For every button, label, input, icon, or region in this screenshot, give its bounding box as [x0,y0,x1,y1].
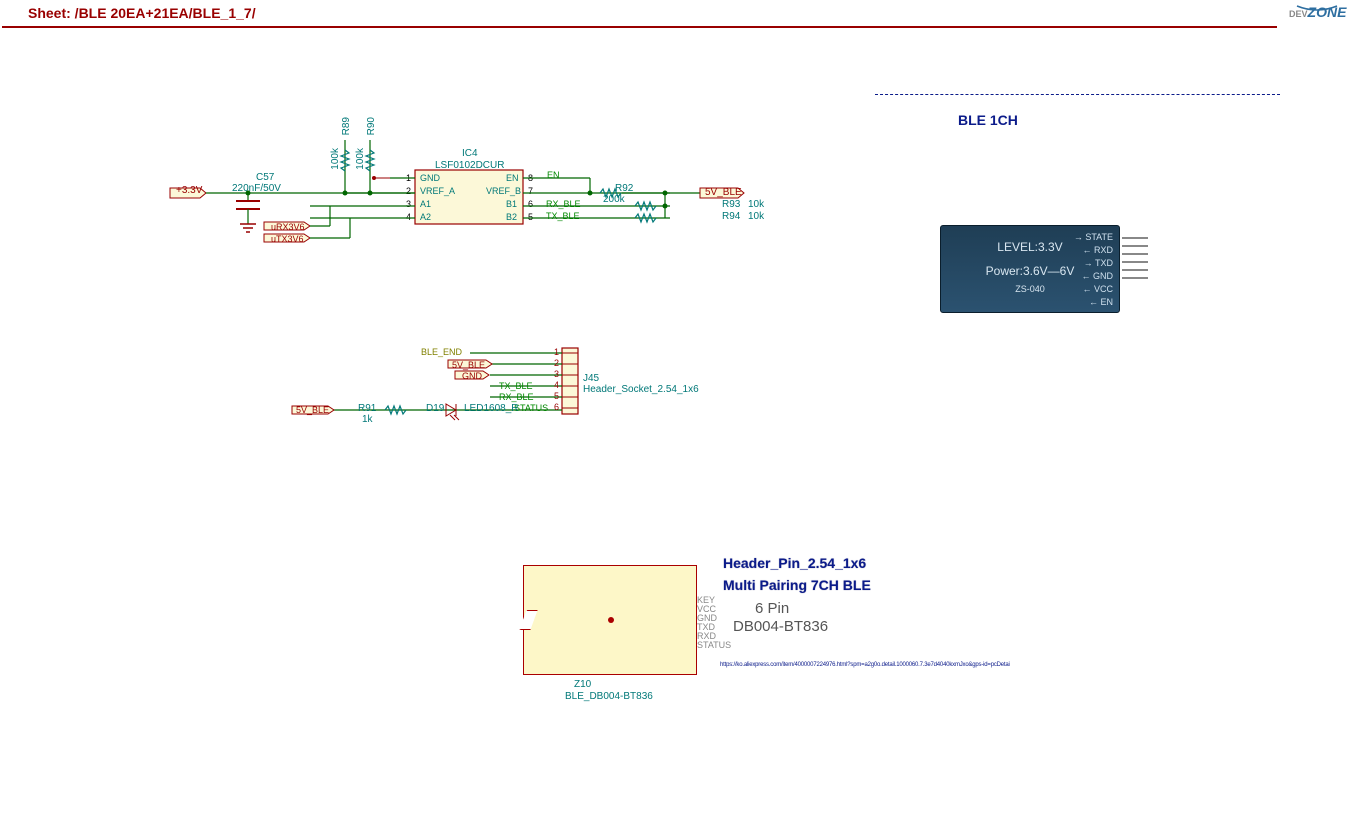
flag-utx: uTX3V6 [271,234,304,244]
ic-pin2: VREF_A [420,186,455,196]
ble-1ch-title: BLE 1CH [958,112,1018,128]
r92-val: 200k [603,194,625,205]
mod2-en: ← EN [1089,297,1113,307]
ic-pin6: B1 [506,199,517,209]
d19-symbol [446,404,459,420]
r90-symbol [366,140,374,193]
net-tx2: TX_BLE [499,381,533,391]
r89-val: 100k [330,148,341,170]
j45-p3: 3 [554,369,559,379]
r92-ref: R92 [615,183,633,194]
schematic-canvas[interactable]: Sheet: /BLE 20EA+21EA/BLE_1_7/ DEVZONE [0,0,1356,820]
ic4-part: LSF0102DCUR [435,160,504,171]
mp-url: https://ko.aliexpress.com/item/400000722… [720,662,1010,668]
mp-header: Header_Pin_2.54_1x6 [723,555,866,571]
pwr-3v3-label: +3.3V [176,185,202,196]
net-status: STATUS [514,403,548,413]
mod2-vcc: ← VCC [1082,284,1113,294]
z10-ref: Z10 [574,679,591,690]
flag-5vble2: 5V_BLE [452,360,485,370]
r94-val: 10k [748,211,764,222]
svg-text:3: 3 [406,199,411,209]
mod2-state: → STATE [1074,232,1113,242]
ic4-ref: IC4 [462,148,478,159]
ble-separator [875,94,1280,95]
z10-origin-dot [608,617,614,623]
ble-module-top-image [952,135,1164,215]
net-rx2: RX_BLE [499,392,534,402]
r89-symbol [341,140,349,193]
ic-pin3: A1 [420,199,431,209]
svg-text:5: 5 [528,212,533,222]
svg-text:7: 7 [528,186,533,196]
r91-val: 1k [362,414,373,425]
j45-body [562,348,578,414]
c57-ref: C57 [256,172,274,183]
mod2-gnd: ← GND [1081,271,1113,281]
mod2-rxd: ← RXD [1082,245,1113,255]
flag-5vble3: 5V_BLE [296,405,329,415]
j45-p5: 5 [554,391,559,401]
svg-text:4: 4 [406,212,411,222]
j45-ref: J45 [583,373,599,384]
j45-part: Header_Socket_2.54_1x6 [583,384,699,395]
j45-p4: 4 [554,380,559,390]
r93-val: 10k [748,199,764,210]
c57-val: 220nF/50V [232,183,281,194]
flag-gnd: GND [462,371,482,381]
ic-pin4: A2 [420,212,431,222]
net-bleend: BLE_END [421,347,462,357]
net-rx: RX_BLE [546,199,581,209]
flag-5vble: 5V_BLE [705,187,742,198]
r89-ref: R89 [341,117,352,135]
ic-pin1: GND [420,173,440,183]
r94-ref: R94 [722,211,740,222]
j45-p2: 2 [554,358,559,368]
d19-part: LED1608_R [464,403,518,414]
svg-text:6: 6 [528,199,533,209]
schematic-svg: 12 34 87 65 [0,0,1356,820]
ic-pin7: VREF_B [486,186,521,196]
r93-ref: R93 [722,199,740,210]
c57-symbol [236,193,260,232]
r91-ref: R91 [358,403,376,414]
mod2-txd: → TXD [1084,258,1113,268]
net-tx: TX_BLE [546,211,580,221]
mp-pins: 6 Pin [755,600,789,617]
ic-pin8: EN [506,173,519,183]
svg-text:2: 2 [406,186,411,196]
ic-pin5: B2 [506,212,517,222]
mp-title: Multi Pairing 7CH BLE [723,577,871,593]
flag-urx: uRX3V6 [271,222,305,232]
j45-p6: 6 [554,402,559,412]
d19-ref: D19 [426,403,444,414]
z10-pin-status: STATUS [697,640,731,650]
r90-val: 100k [355,148,366,170]
z10-fp: BLE_DB004-BT836 [565,691,653,702]
ble-module-bottom-image: → STATE ← RXD → TXD ← GND ← VCC ← EN LEV… [940,225,1164,317]
j45-p1: 1 [554,347,559,357]
mp-part: DB004-BT836 [733,618,828,635]
r90-ref: R90 [366,117,377,135]
net-en: EN [547,170,560,180]
